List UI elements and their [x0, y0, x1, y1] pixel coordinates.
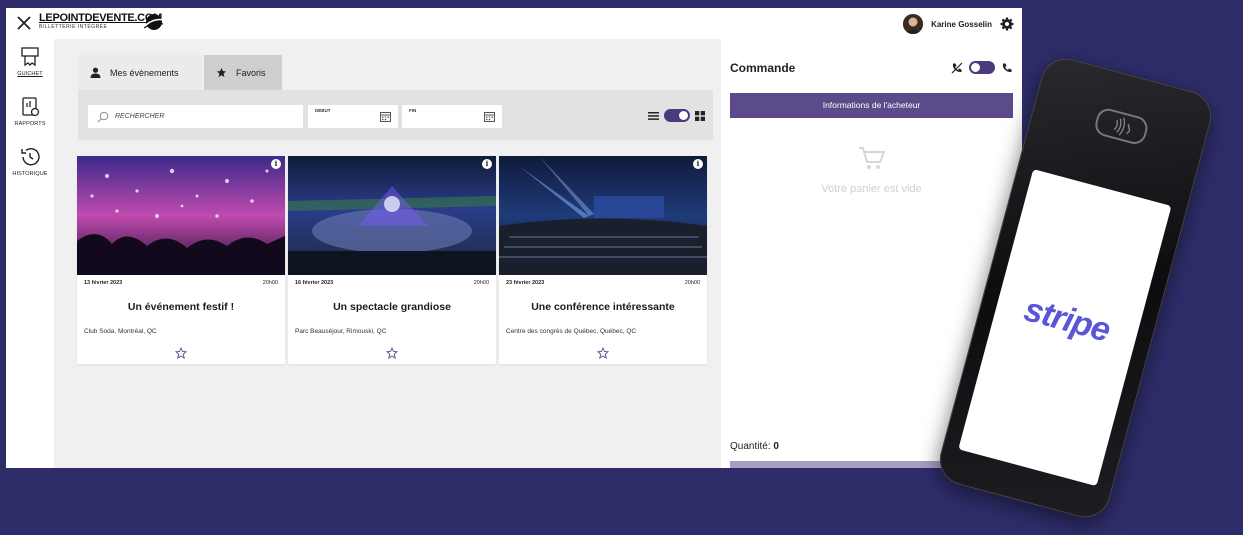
main-content: Mes évènements Favoris RECHERCHER DÉBUT	[54, 39, 721, 468]
top-bar: LEPOINTDEVENTE.COM BILLETTERIE INTÉGRÉE …	[6, 8, 1022, 39]
list-view-icon[interactable]	[648, 111, 659, 121]
avatar	[903, 14, 924, 34]
buyer-info-button[interactable]: Informations de l'acheteur	[730, 93, 1013, 118]
nav-item-guichet[interactable]: GUICHET	[6, 46, 54, 77]
info-icon[interactable]: i	[482, 159, 492, 169]
info-icon[interactable]: i	[693, 159, 703, 169]
history-icon	[21, 148, 40, 166]
view-switch	[648, 109, 705, 122]
calendar-icon[interactable]	[380, 111, 391, 122]
event-title: Un événement festif !	[127, 301, 235, 313]
event-date: 23 février 2023	[506, 280, 545, 286]
event-meta: 13 février 2023 20h00	[84, 280, 278, 286]
event-title: Une conférence intéressante	[531, 301, 675, 313]
event-title: Un spectacle grandiose	[333, 301, 451, 313]
search-icon	[97, 111, 109, 122]
phone-off-icon[interactable]	[951, 62, 963, 74]
start-date-label: DÉBUT	[315, 108, 331, 113]
event-time: 20h00	[473, 280, 489, 286]
filter-bar: RECHERCHER DÉBUT FIN	[78, 90, 713, 140]
event-time: 20h00	[262, 280, 278, 286]
event-tabs: Mes évènements Favoris	[78, 55, 282, 90]
start-date-field[interactable]: DÉBUT	[308, 105, 398, 128]
nav-item-historique[interactable]: HISTORIQUE	[6, 146, 54, 177]
favorite-star-icon[interactable]	[386, 347, 398, 359]
stripe-logo: stripe	[1020, 290, 1114, 350]
view-toggle[interactable]	[664, 109, 690, 122]
star-icon	[216, 67, 227, 78]
phone-mode-switch	[951, 61, 1013, 74]
event-image: i	[499, 156, 707, 275]
event-grid: i 13 février 2023 20h00 Un événement fes…	[77, 156, 712, 364]
ticket-icon	[21, 47, 39, 67]
gear-icon[interactable]	[1000, 17, 1014, 31]
event-card[interactable]: i 16 février 2023 20h00 Un spectacle gra…	[288, 156, 496, 364]
quantity-display: Quantité: 0	[730, 441, 779, 452]
quantity-value: 0	[773, 441, 779, 452]
avatar-image	[903, 14, 924, 34]
event-time: 20h00	[684, 280, 700, 286]
tab-favoris[interactable]: Favoris	[204, 55, 282, 90]
person-icon	[90, 67, 101, 78]
nav-label-rapports: RAPPORTS	[14, 121, 46, 127]
event-date: 16 février 2023	[295, 280, 334, 286]
contactless-icon	[1092, 106, 1151, 147]
cart-icon	[859, 147, 886, 169]
side-nav: GUICHET RAPPORTS HISTORIQUE	[6, 39, 54, 468]
user-name: Karine Gosselin	[931, 19, 992, 29]
tab-mes-evenements[interactable]: Mes évènements	[78, 55, 202, 90]
user-menu[interactable]: Karine Gosselin	[903, 13, 1014, 35]
end-date-field[interactable]: FIN	[402, 105, 502, 128]
close-icon[interactable]	[15, 14, 33, 32]
favorite-star-icon[interactable]	[597, 347, 609, 359]
favorite-star-icon[interactable]	[175, 347, 187, 359]
event-card[interactable]: i 23 février 2023 20h00 Une conférence i…	[499, 156, 707, 364]
report-icon	[22, 97, 40, 117]
search-input[interactable]: RECHERCHER	[88, 105, 303, 128]
info-icon[interactable]: i	[271, 159, 281, 169]
event-venue: Parc Beauséjour, Rimouski, QC	[295, 328, 387, 335]
event-meta: 23 février 2023 20h00	[506, 280, 700, 286]
search-placeholder: RECHERCHER	[115, 113, 165, 120]
nav-item-rapports[interactable]: RAPPORTS	[6, 96, 54, 127]
globe-icon	[143, 14, 165, 30]
grid-view-icon[interactable]	[695, 110, 705, 121]
phone-icon[interactable]	[1001, 62, 1013, 74]
nav-label-historique: HISTORIQUE	[12, 171, 48, 177]
tab-label: Mes évènements	[110, 67, 179, 78]
event-venue: Club Soda, Montréal, QC	[84, 328, 157, 335]
tab-label: Favoris	[236, 67, 266, 78]
event-image: i	[77, 156, 285, 275]
event-image: i	[288, 156, 496, 275]
event-card[interactable]: i 13 février 2023 20h00 Un événement fes…	[77, 156, 285, 364]
logo-sub-text: BILLETTERIE INTÉGRÉE	[39, 24, 108, 30]
event-date: 13 février 2023	[84, 280, 123, 286]
end-date-label: FIN	[409, 108, 417, 113]
nav-label-guichet: GUICHET	[17, 71, 43, 77]
quantity-label: Quantité:	[730, 441, 771, 452]
order-title: Commande	[730, 61, 796, 75]
calendar-icon[interactable]	[484, 111, 495, 122]
phone-toggle[interactable]	[969, 61, 995, 74]
event-meta: 16 février 2023 20h00	[295, 280, 489, 286]
event-venue: Centre des congrès de Québec, Québec, QC	[506, 328, 637, 335]
app-window: LEPOINTDEVENTE.COM BILLETTERIE INTÉGRÉE …	[6, 8, 1022, 468]
empty-cart-message: Votre panier est vide	[821, 183, 922, 195]
